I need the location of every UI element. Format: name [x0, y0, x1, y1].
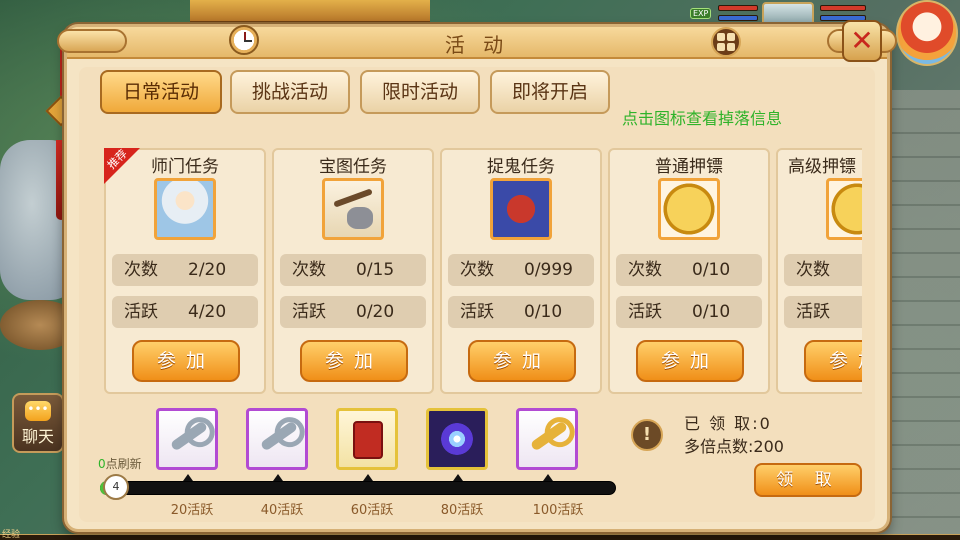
multiplier-points: 多倍点数:200 — [684, 437, 784, 456]
count-value: 2/20 — [188, 260, 227, 280]
join-button[interactable]: 参加 — [300, 340, 408, 382]
activity-list[interactable]: 推荐 师门任务 次数 2/20 活跃 4/20 参加 宝图任务 次数 0/15 活跃 0… — [104, 148, 862, 394]
activity-card: 普通押镖 次数 0/10 活跃 0/10 参加 — [608, 148, 770, 394]
activity-name: 普通押镖 — [655, 157, 723, 177]
chat-bubble-icon: ••• — [25, 401, 51, 421]
grid-menu-icon[interactable] — [711, 27, 741, 57]
milestone-label: 60活跃 — [350, 503, 394, 518]
escort-coin-icon[interactable] — [658, 178, 720, 240]
milestone-label: 80活跃 — [440, 503, 484, 518]
exp-badge: EXP — [690, 8, 712, 19]
milestone-label: 20活跃 — [170, 503, 214, 518]
tab-limited[interactable]: 限时活动 — [360, 70, 480, 114]
exp-label: 经验 — [2, 530, 21, 540]
activity-card: 宝图任务 次数 0/15 活跃 0/20 参加 — [272, 148, 434, 394]
active-value: 0/20 — [356, 302, 395, 322]
progress-knob: 4 — [103, 474, 129, 500]
received-count: 已 领 取:0 — [684, 414, 772, 433]
active-value: 0/10 — [524, 302, 563, 322]
chat-button[interactable]: ••• 聊天 — [12, 393, 64, 453]
pickaxe-ore-icon[interactable] — [322, 178, 384, 240]
activity-card: 推荐 师门任务 次数 2/20 活跃 4/20 参加 — [104, 148, 266, 394]
active-row: 活跃 0/10 — [616, 296, 762, 328]
join-button[interactable]: 参加 — [804, 340, 862, 382]
silver-key-icon[interactable] — [246, 408, 308, 470]
active-value: 0/10 — [692, 302, 731, 322]
master-portrait-icon[interactable] — [154, 178, 216, 240]
escort-coin-icon[interactable] — [826, 178, 862, 240]
pet-mp-bar — [718, 15, 758, 21]
activity-card: 高级押镖 次数 活跃 参加 — [776, 148, 862, 394]
info-icon[interactable]: ! — [631, 419, 663, 451]
pet-portrait[interactable] — [762, 2, 814, 26]
tab-upcoming[interactable]: 即将开启 — [490, 70, 610, 114]
join-button[interactable]: 参加 — [636, 340, 744, 382]
join-button[interactable]: 参加 — [468, 340, 576, 382]
count-row: 次数 0/15 — [280, 254, 426, 286]
gold-key-icon[interactable] — [516, 408, 578, 470]
active-row: 活跃 — [784, 296, 862, 328]
temple-roof — [190, 0, 430, 24]
tab-daily[interactable]: 日常活动 — [100, 70, 222, 114]
join-button[interactable]: 参加 — [132, 340, 240, 382]
active-value: 4/20 — [188, 302, 227, 322]
close-button[interactable]: ✕ — [842, 20, 882, 62]
activity-name: 师门任务 — [151, 157, 219, 177]
active-row: 活跃 4/20 — [112, 296, 258, 328]
clock-icon[interactable] — [229, 25, 259, 55]
count-row: 次数 — [784, 254, 862, 286]
player-avatar[interactable] — [896, 0, 958, 66]
milestone-label: 100活跃 — [532, 503, 584, 518]
count-value: 0/999 — [524, 260, 573, 280]
count-row: 次数 2/20 — [112, 254, 258, 286]
pet-hp-bar — [718, 5, 758, 11]
ghost-mask-icon[interactable] — [490, 178, 552, 240]
count-row: 次数 0/999 — [448, 254, 594, 286]
count-row: 次数 0/10 — [616, 254, 762, 286]
activity-name: 捉鬼任务 — [487, 157, 555, 177]
player-hp-bar — [820, 5, 866, 11]
activity-progress-track — [100, 481, 616, 495]
tab-challenge[interactable]: 挑战活动 — [230, 70, 350, 114]
active-row: 活跃 0/10 — [448, 296, 594, 328]
active-row: 活跃 0/20 — [280, 296, 426, 328]
activity-name: 高级押镖 — [788, 157, 856, 177]
drop-info-hint: 点击图标查看掉落信息 — [622, 109, 783, 128]
claim-button[interactable]: 领 取 — [754, 463, 862, 497]
silver-key-icon[interactable] — [156, 408, 218, 470]
count-value: 0/15 — [356, 260, 395, 280]
exp-bar — [0, 534, 960, 540]
activity-name: 宝图任务 — [319, 157, 387, 177]
chat-button-label: 聊天 — [21, 427, 54, 446]
milestone-label: 40活跃 — [260, 503, 304, 518]
count-value: 0/10 — [692, 260, 731, 280]
red-pouch-icon[interactable] — [336, 408, 398, 470]
refresh-counter: 0点刷新 — [98, 457, 142, 471]
stone-wall — [880, 90, 960, 540]
panel-title: 活 动 — [444, 33, 510, 57]
panel-header: 活 动 — [57, 25, 897, 59]
activity-card: 捉鬼任务 次数 0/999 活跃 0/10 参加 — [440, 148, 602, 394]
purple-orb-icon[interactable] — [426, 408, 488, 470]
